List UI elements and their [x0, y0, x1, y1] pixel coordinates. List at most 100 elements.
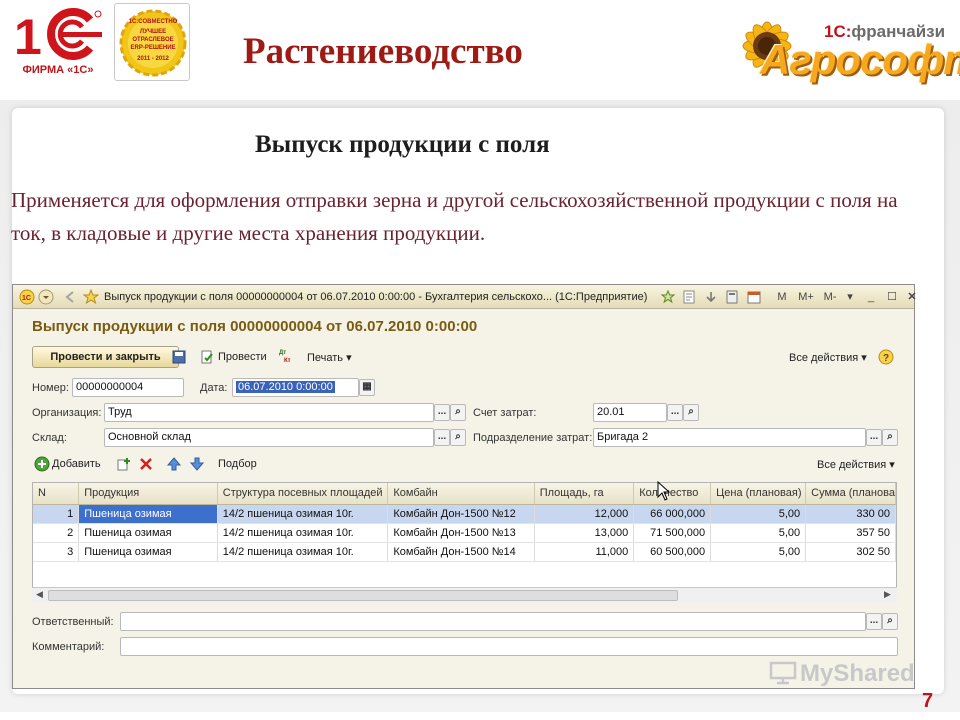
award-badge: 1С:СОВМЕСТНО ЛУЧШЕЕ ОТРАСЛЕВОЕ ERP-РЕШЕН… — [114, 3, 190, 81]
search-icon[interactable]: ⌕ — [450, 404, 466, 421]
add-row-button[interactable]: Добавить — [52, 458, 101, 470]
scrollbar-thumb[interactable] — [48, 590, 678, 601]
badge-line-2: ЛУЧШЕЕ — [139, 29, 167, 35]
cell-combine[interactable]: Комбайн Дон-1500 №12 — [387, 504, 535, 524]
favorites-add-icon[interactable] — [660, 289, 676, 305]
search-icon[interactable]: ⌕ — [683, 404, 699, 421]
cell-sum[interactable]: 330 00 — [805, 504, 896, 524]
column-header-quantity[interactable]: Количество — [633, 483, 712, 505]
bookmark-icon[interactable] — [681, 289, 697, 305]
minimize-button[interactable]: _ — [864, 290, 878, 304]
warehouse-select-button[interactable]: ... — [434, 429, 450, 446]
column-header-combine[interactable]: Комбайн — [387, 483, 535, 505]
column-header-structure[interactable]: Структура посевных площадей — [217, 483, 389, 505]
date-calendar-button[interactable]: ▦ — [359, 379, 375, 396]
organization-select-button[interactable]: ... — [434, 404, 450, 421]
delete-icon[interactable] — [138, 456, 154, 472]
search-icon[interactable]: ⌕ — [450, 429, 466, 446]
column-header-product[interactable]: Продукция — [78, 483, 218, 505]
print-menu[interactable]: Печать ▾ — [307, 351, 352, 364]
responsible-field[interactable] — [120, 612, 866, 631]
debit-credit-icon[interactable]: Дт Кт — [278, 347, 294, 363]
cell-area[interactable]: 12,000 — [534, 504, 635, 524]
help-icon[interactable]: ? — [878, 349, 894, 365]
svg-text:?: ? — [883, 353, 889, 364]
move-down-icon[interactable] — [189, 456, 205, 472]
calendar-icon[interactable] — [746, 289, 762, 305]
warehouse-field[interactable]: Основной склад — [104, 428, 434, 447]
app-1c-icon[interactable]: 1С — [19, 289, 35, 305]
cell-product[interactable]: Пшеница озимая — [78, 504, 218, 524]
all-actions-menu[interactable]: Все действия ▾ — [789, 351, 867, 364]
search-icon[interactable]: ⌕ — [882, 613, 898, 630]
arrow-down-icon[interactable] — [703, 289, 719, 305]
selection-button[interactable]: Подбор — [218, 458, 257, 470]
comment-field[interactable] — [120, 637, 898, 656]
division-field[interactable]: Бригада 2 — [593, 428, 866, 447]
maximize-button[interactable]: ☐ — [885, 290, 899, 304]
move-up-icon[interactable] — [166, 456, 182, 472]
cell-n[interactable]: 1 — [33, 504, 80, 524]
calculator-icon[interactable] — [724, 289, 740, 305]
cell-structure[interactable]: 14/2 пшеница озимая 10г. — [217, 542, 389, 562]
cell-structure[interactable]: 14/2 пшеница озимая 10г. — [217, 504, 389, 524]
titlebar-menu-button[interactable]: ▾ — [843, 290, 857, 304]
date-field[interactable]: 06.07.2010 0:00:00 — [232, 378, 359, 397]
cell-area[interactable]: 13,000 — [534, 523, 635, 543]
save-icon[interactable] — [171, 349, 187, 365]
add-icon[interactable] — [34, 456, 50, 472]
cell-price[interactable]: 5,00 — [710, 504, 807, 524]
column-header-n[interactable]: N — [33, 483, 80, 505]
table-row[interactable]: 1 Пшеница озимая 14/2 пшеница озимая 10г… — [33, 504, 896, 524]
post-button[interactable]: Провести — [218, 351, 267, 363]
table-row[interactable]: 3 Пшеница озимая 14/2 пшеница озимая 10г… — [33, 542, 896, 562]
cost-account-select-button[interactable]: ... — [667, 404, 683, 421]
cell-price[interactable]: 5,00 — [710, 542, 807, 562]
cell-product[interactable]: Пшеница озимая — [78, 542, 218, 562]
cell-quantity[interactable]: 71 500,000 — [633, 523, 712, 543]
number-field[interactable]: 00000000004 — [72, 378, 184, 397]
scroll-left-icon[interactable]: ◀ — [36, 590, 43, 600]
copy-row-icon[interactable] — [116, 456, 132, 472]
table-row[interactable]: 2 Пшеница озимая 14/2 пшеница озимая 10г… — [33, 523, 896, 543]
dropdown-menu-icon[interactable] — [38, 289, 54, 305]
table-toolbar: Добавить Подбор Все действия ▾ — [13, 453, 914, 475]
cell-price[interactable]: 5,00 — [710, 523, 807, 543]
cost-account-field[interactable]: 20.01 — [593, 403, 667, 422]
cell-area[interactable]: 11,000 — [534, 542, 635, 562]
cell-quantity[interactable]: 60 500,000 — [633, 542, 712, 562]
column-header-sum[interactable]: Сумма (планова — [805, 483, 896, 505]
cell-sum[interactable]: 357 50 — [805, 523, 896, 543]
table-all-actions-menu[interactable]: Все действия ▾ — [817, 458, 895, 471]
cell-n[interactable]: 3 — [33, 542, 80, 562]
cell-structure[interactable]: 14/2 пшеница озимая 10г. — [217, 523, 389, 543]
column-header-price[interactable]: Цена (плановая) — [710, 483, 807, 505]
chevron-down-icon: ▾ — [346, 352, 352, 364]
column-header-area[interactable]: Площадь, га — [534, 483, 635, 505]
cell-n[interactable]: 2 — [33, 523, 80, 543]
cell-product[interactable]: Пшеница озимая — [78, 523, 218, 543]
back-arrow-icon[interactable] — [62, 289, 78, 305]
cell-combine[interactable]: Комбайн Дон-1500 №14 — [387, 542, 535, 562]
cell-combine[interactable]: Комбайн Дон-1500 №13 — [387, 523, 535, 543]
organization-field[interactable]: Труд — [104, 403, 434, 422]
memory-m-button[interactable]: M — [775, 290, 789, 304]
memory-minus-button[interactable]: M- — [821, 290, 839, 304]
division-select-button[interactable]: ... — [866, 429, 882, 446]
cell-sum[interactable]: 302 50 — [805, 542, 896, 562]
slide-subtitle: Выпуск продукции с поля — [255, 131, 550, 158]
cell-quantity[interactable]: 66 000,000 — [633, 504, 712, 524]
window-titlebar[interactable]: 1С Выпуск продукции с поля 00000000004 о… — [13, 285, 917, 309]
chevron-down-icon: ▾ — [861, 352, 867, 364]
page-number: 7 — [922, 690, 934, 712]
form-toolbar: Провести и закрыть Провести Дт Кт Печать … — [13, 343, 914, 369]
post-document-icon[interactable] — [199, 349, 215, 365]
search-icon[interactable]: ⌕ — [882, 429, 898, 446]
responsible-select-button[interactable]: ... — [866, 613, 882, 630]
favorite-star-icon[interactable] — [83, 289, 99, 305]
post-and-close-button[interactable]: Провести и закрыть — [32, 346, 179, 368]
table-horizontal-scrollbar[interactable]: ◀ ▶ — [32, 587, 897, 603]
close-button[interactable]: ✕ — [905, 290, 919, 304]
memory-plus-button[interactable]: M+ — [797, 290, 815, 304]
scroll-right-icon[interactable]: ▶ — [884, 590, 891, 600]
